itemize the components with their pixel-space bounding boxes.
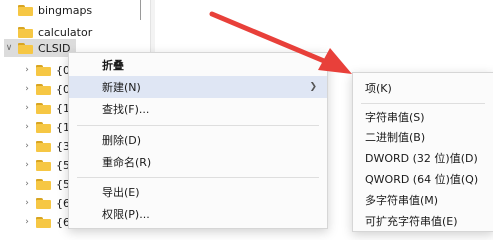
annotation-arrow-icon	[209, 11, 352, 74]
